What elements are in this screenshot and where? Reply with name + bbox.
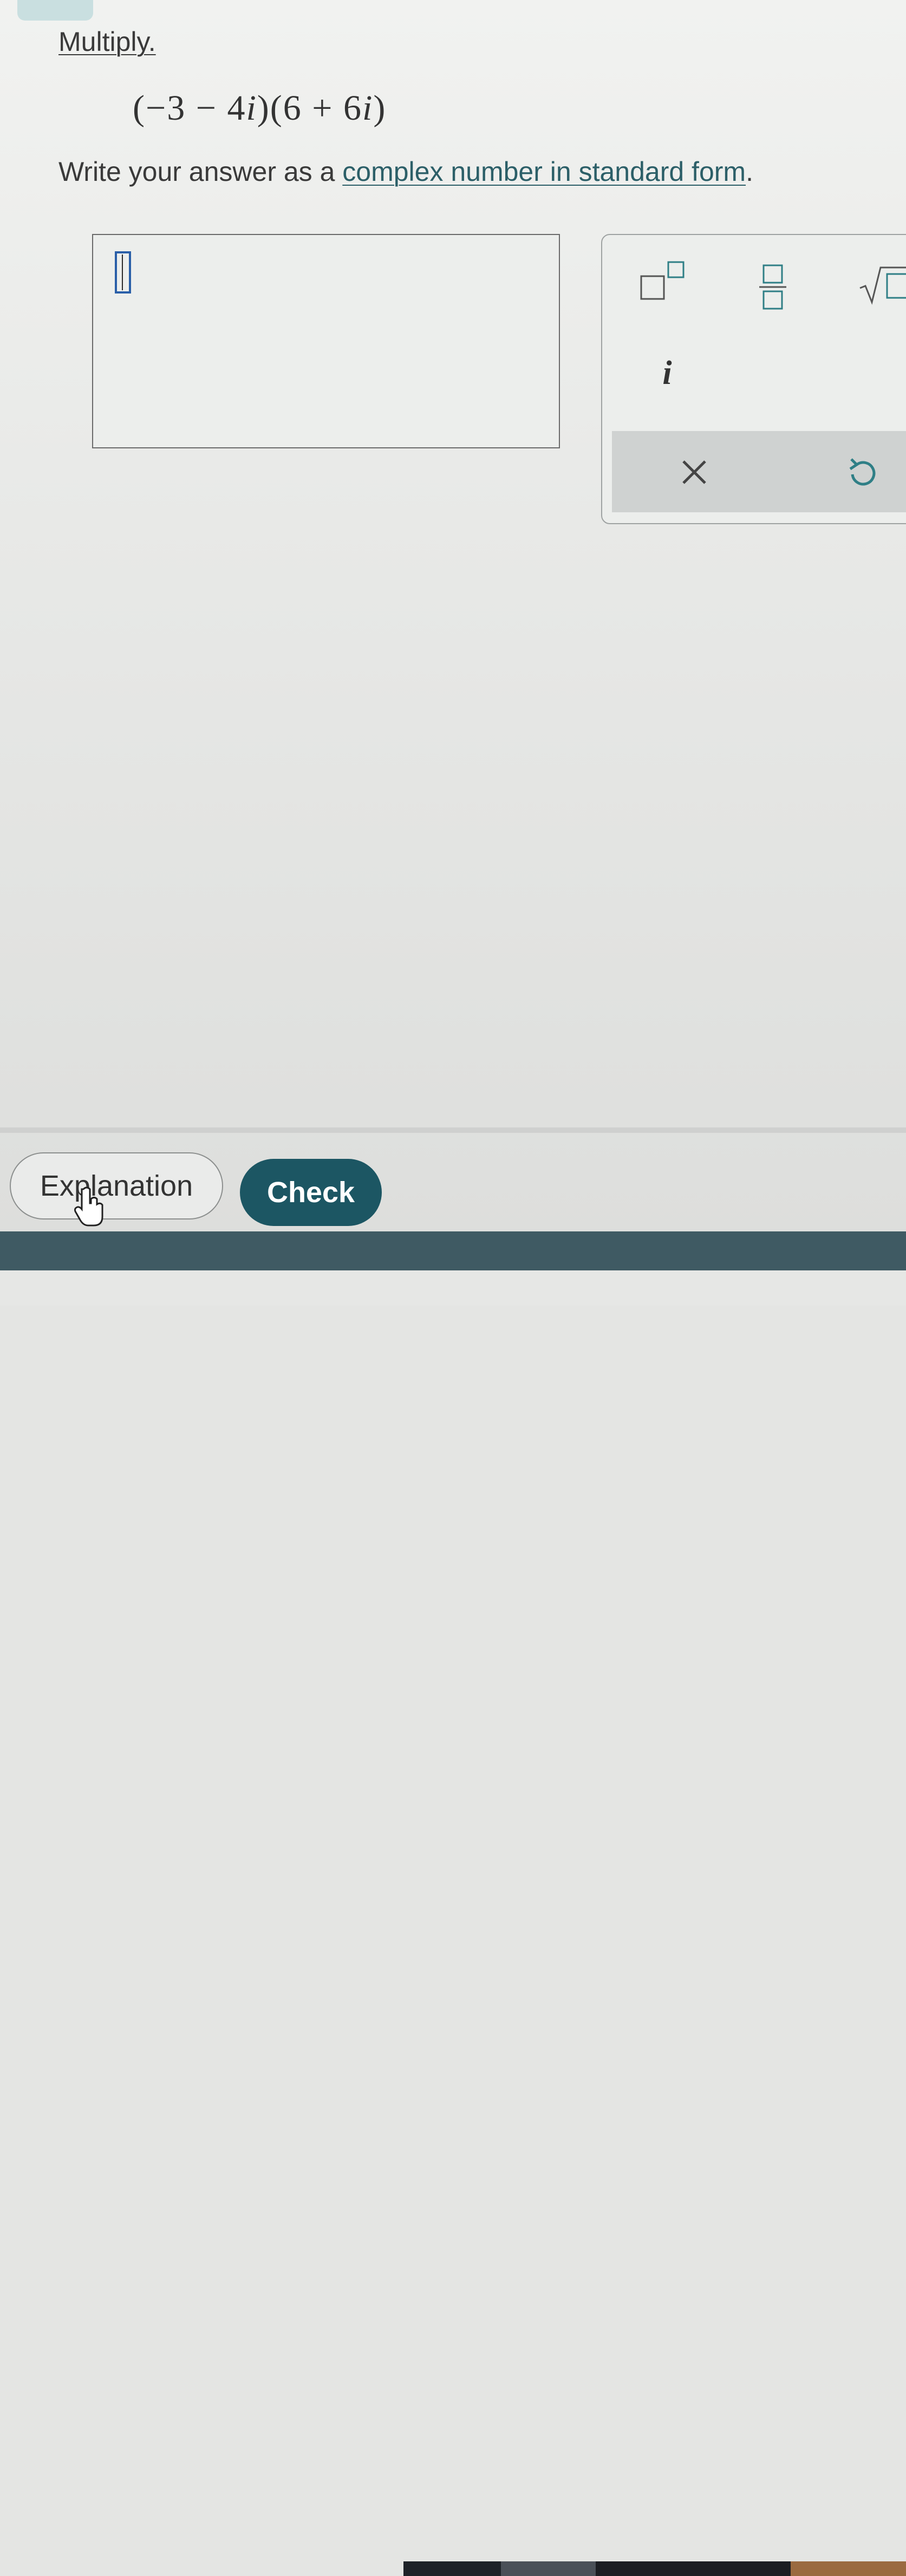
square-root-key[interactable] — [857, 262, 906, 305]
exponent-key[interactable] — [635, 257, 694, 305]
top-tab[interactable] — [17, 0, 93, 21]
screen-edge-dark-2 — [501, 2561, 596, 2576]
hand-pointer-icon — [74, 1186, 103, 1227]
footer-bar — [0, 1231, 906, 1270]
problem-expression: (−3 − 4i)(6 + 6i) — [133, 88, 386, 129]
expr-open-paren-1: ( — [133, 88, 146, 128]
close-icon — [682, 460, 706, 484]
expr-term-b-coef: 4 — [227, 88, 246, 128]
problem-prompt[interactable]: Multiply. — [58, 26, 156, 57]
fraction-key[interactable] — [748, 257, 797, 316]
expr-term-a: −3 — [145, 88, 186, 128]
instruction-text: Write your answer as a complex number in… — [58, 156, 753, 187]
explanation-button[interactable]: Explanation — [10, 1152, 223, 1219]
screen-edge-dark-3 — [596, 2561, 791, 2576]
check-button[interactable]: Check — [240, 1159, 382, 1226]
page: Multiply. (−3 − 4i)(6 + 6i) Write your a… — [0, 0, 906, 2576]
screen-edge-wood — [791, 2561, 906, 2576]
expr-term-b-unit: i — [246, 88, 257, 128]
instruction-suffix: . — [746, 156, 753, 187]
clear-key[interactable] — [667, 445, 721, 499]
bottom-strip — [0, 1270, 906, 2576]
expr-operator-1: − — [195, 88, 217, 128]
expr-open-paren-2: ( — [270, 88, 283, 128]
undo-icon — [849, 458, 876, 486]
answer-input[interactable] — [92, 234, 560, 448]
imaginary-unit-key[interactable]: i — [651, 354, 683, 392]
math-keypad: i — [601, 234, 906, 524]
superscript-box-icon — [640, 261, 685, 300]
sqrt-icon — [859, 266, 906, 305]
footer-divider — [0, 1127, 906, 1133]
expr-term-d-coef: 6 — [343, 88, 362, 128]
expr-term-c: 6 — [283, 88, 302, 128]
fraction-icon — [759, 264, 786, 310]
screen-edge-dark-1 — [403, 2561, 501, 2576]
standard-form-link[interactable]: complex number in standard form — [342, 156, 746, 187]
input-cursor-placeholder — [115, 251, 131, 294]
expr-operator-2: + — [312, 88, 334, 128]
expr-close-paren-1: ) — [257, 88, 270, 128]
undo-key[interactable] — [835, 445, 889, 499]
instruction-prefix: Write your answer as a — [58, 156, 343, 187]
expr-close-paren-2: ) — [373, 88, 387, 128]
expr-term-d-unit: i — [362, 88, 374, 128]
